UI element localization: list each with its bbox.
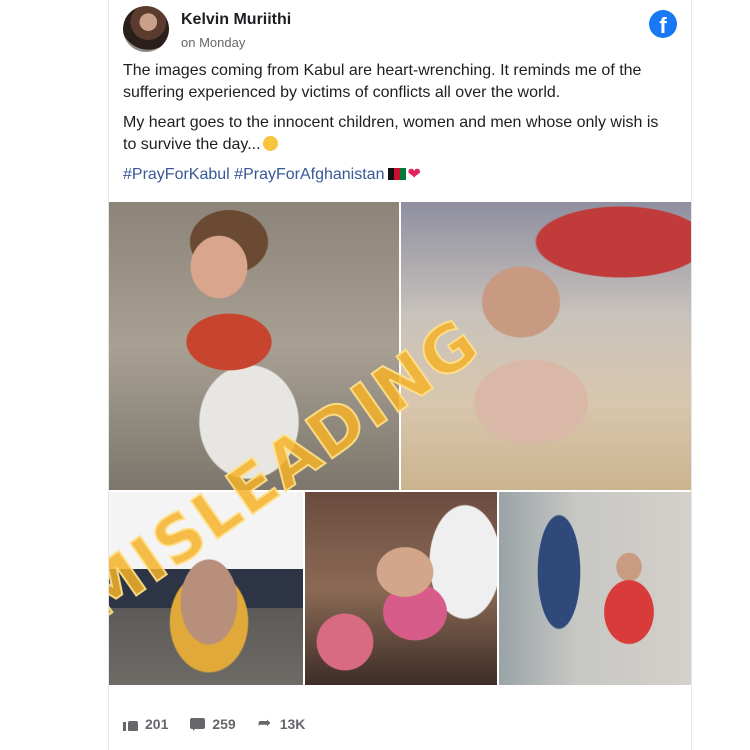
afghanistan-flag-icon (388, 168, 407, 180)
shares-stat[interactable]: ➦ 13K (257, 715, 306, 733)
facebook-post-card: Kelvin Muriithi on Monday f The images c… (108, 0, 692, 750)
heart-icon: ❤ (407, 166, 421, 183)
author-name[interactable]: Kelvin Muriithi (181, 11, 291, 29)
comments-stat[interactable]: 259 (190, 716, 236, 732)
facebook-icon: f (649, 10, 677, 38)
comment-icon (190, 716, 206, 732)
post-body: The images coming from Kabul are heart-w… (123, 60, 675, 194)
post-paragraph-1: The images coming from Kabul are heart-w… (123, 62, 642, 101)
comments-count: 259 (212, 716, 236, 732)
likes-stat[interactable]: 201 (123, 716, 168, 732)
avatar[interactable] (123, 6, 169, 52)
post-stats: 201 259 ➦ 13K (123, 712, 305, 736)
hashtags[interactable]: #PrayForKabul #PrayForAfghanistan (123, 166, 384, 183)
likes-count: 201 (145, 716, 169, 732)
post-timestamp[interactable]: on Monday (181, 35, 245, 50)
shares-count: 13K (279, 716, 306, 732)
photo-crying-child-on-ground[interactable] (401, 202, 691, 490)
post-paragraph-2: My heart goes to the innocent children, … (123, 114, 659, 153)
post-paragraph-2-wrap: My heart goes to the innocent children, … (123, 112, 675, 156)
share-arrow-icon: ➦ (257, 715, 272, 732)
photo-soldier-and-crying-boy[interactable] (499, 492, 691, 685)
post-header: Kelvin Muriithi on Monday f (123, 6, 677, 54)
hashtags-line: #PrayForKabul #PrayForAfghanistan ❤ (123, 164, 675, 186)
sad-face-icon (262, 136, 278, 151)
photo-injured-child-on-chair[interactable] (109, 492, 303, 685)
thumbs-up-icon (123, 716, 139, 732)
photo-crying-girl-with-papers[interactable] (109, 202, 399, 490)
photo-sleeping-child[interactable] (305, 492, 497, 685)
